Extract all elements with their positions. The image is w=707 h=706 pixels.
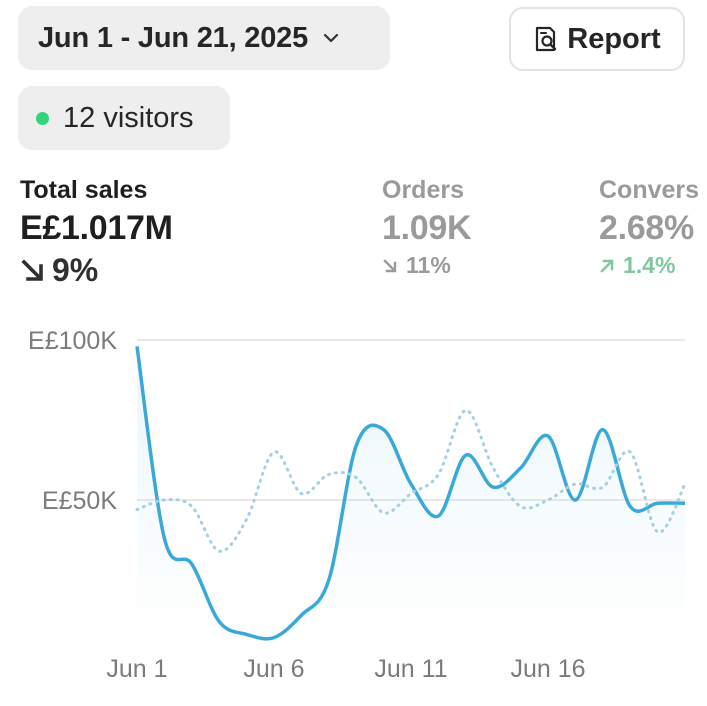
metric-delta: 1.4% — [599, 252, 707, 279]
x-tick-label: Jun 1 — [106, 655, 167, 683]
metric-value: 2.68% — [599, 209, 694, 247]
metric-delta-value: 9% — [52, 252, 99, 288]
report-label: Report — [567, 22, 661, 55]
date-range-label: Jun 1 - Jun 21, 2025 — [38, 21, 309, 54]
live-dot-icon — [36, 111, 49, 125]
x-tick-label: Jun 6 — [243, 655, 304, 683]
arrow-down-right-icon — [383, 258, 397, 272]
metric-label: Orders — [382, 176, 464, 204]
metric-label: Convers — [599, 176, 700, 204]
report-button[interactable]: Report — [509, 7, 685, 71]
metric-conversion[interactable]: Convers 2.68% 1.4% — [599, 176, 707, 279]
y-tick-label: E£50K — [42, 487, 117, 515]
x-tick-label: Jun 16 — [510, 655, 585, 683]
y-tick-label: E£100K — [28, 327, 117, 355]
arrow-up-right-icon — [600, 259, 614, 273]
series-area — [137, 346, 685, 639]
metric-delta-value: 11% — [406, 252, 451, 278]
live-visitors-badge[interactable]: 12 visitors — [18, 86, 230, 150]
metric-value: E£1.017M — [20, 209, 173, 247]
metric-delta-value: 1.4% — [623, 252, 676, 278]
metric-label: Total sales — [20, 176, 148, 204]
metric-delta: 11% — [382, 252, 471, 279]
metric-total-sales[interactable]: Total sales E£1.017M 9% — [20, 176, 173, 289]
arrow-down-right-icon — [21, 258, 43, 281]
x-tick-label: Jun 11 — [374, 655, 447, 683]
chevron-down-icon — [323, 33, 339, 43]
metric-orders[interactable]: Orders 1.09K 11% — [382, 176, 472, 279]
date-range-selector[interactable]: Jun 1 - Jun 21, 2025 — [18, 6, 390, 70]
visitors-label: 12 visitors — [63, 101, 194, 134]
sales-line-chart: E£100K E£50K Jun 1 Jun 6 Jun 11 Jun 16 — [28, 327, 687, 683]
metric-value: 1.09K — [382, 209, 472, 247]
report-search-icon — [536, 26, 557, 52]
metric-delta: 9% — [20, 252, 173, 289]
